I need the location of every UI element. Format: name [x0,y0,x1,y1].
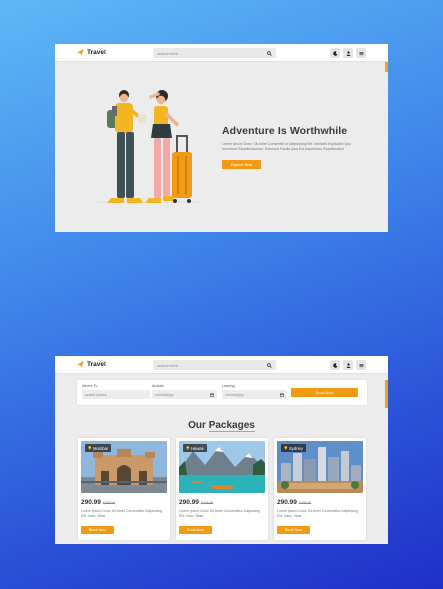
packages-screen: Travel Where To search places Arriva [55,356,388,544]
search-bar [153,48,276,58]
location-name: Sydney [289,445,303,451]
price-row: 290.99 $399.99 [179,499,265,506]
book-now-button[interactable]: Book Now [179,526,212,534]
search-bar [153,360,276,370]
location-badge: Hawaii [183,444,207,452]
location-name: Hawaii [191,445,204,451]
location-badge: Sydney [281,444,306,452]
map-pin-icon [88,446,92,450]
user-icon [346,50,350,56]
hero-section: Adventure Is Worthwhile Lorem ipsum Dolo… [55,62,388,232]
navbar: Travel [55,44,388,62]
packages-heading-part1: Our [188,420,206,431]
price: 290.99 [179,499,199,506]
book-now-button[interactable]: Book Now [291,388,358,397]
where-to-input[interactable]: search places [82,390,150,399]
navbar: Travel [55,356,388,374]
old-price: $399.99 [200,501,214,505]
leaving-date-placeholder: mm/dd/yyyy [225,392,244,397]
explore-now-button[interactable]: Explore Now [222,160,261,170]
hero-content: Adventure Is Worthwhile Lorem ipsum Dolo… [222,125,362,171]
price: 290.99 [277,499,297,506]
moon-icon [332,50,337,56]
user-icon [346,362,350,368]
location-name: Mumbai [93,445,108,451]
menu-button[interactable] [356,360,366,370]
price-row: 290.99 $399.99 [277,499,363,506]
plane-icon [77,49,84,56]
map-pin-icon [186,446,190,450]
menu-button[interactable] [356,48,366,58]
booking-form: Where To search places Arrivals mm/dd/yy… [77,380,367,405]
menu-icon [359,51,363,55]
package-description: Lorem Ipsum Dolor Sit Amet Consectetur A… [81,509,163,518]
search-icon[interactable] [267,362,272,368]
hero-screen: Travel search here... Adventure Is Worth… [55,44,388,232]
where-to-placeholder: search places [85,392,107,397]
nav-actions [330,360,366,370]
brand-logo[interactable]: Travel [77,361,106,368]
package-card-mumbai[interactable]: Mumbai 290.99 $399.99 Lorem Ipsum Dolor … [78,438,170,540]
plane-icon [77,361,84,368]
book-now-button[interactable]: Book Now [81,526,114,534]
package-image-hawaii: Hawaii [179,441,265,493]
calendar-icon[interactable] [210,393,214,397]
packages-heading: Our Packages [55,420,388,432]
where-to-field: Where To search places [82,384,150,399]
arrivals-date-placeholder: mm/dd/yyyy [155,392,174,397]
scrollbar[interactable] [385,380,388,408]
moon-icon [332,362,337,368]
brand-logo[interactable]: Travel [77,49,106,56]
location-badge: Mumbai [85,444,111,452]
brand-name: Travel [87,49,106,56]
leaving-date-input[interactable]: mm/dd/yyyy [222,390,287,399]
theme-toggle-button[interactable] [330,48,340,58]
hero-description: Lorem ipsum Dolor Sit Amet Consectet ur … [222,142,352,152]
old-price: $399.99 [298,501,312,505]
map-pin-icon [284,446,288,450]
search-icon[interactable] [267,50,272,56]
book-now-button[interactable]: Book Now [277,526,310,534]
leaving-field: Leaving mm/dd/yyyy [222,384,287,399]
package-card-hawaii[interactable]: Hawaii 290.99 $399.99 Lorem Ipsum Dolor … [176,438,268,540]
arrivals-field: Arrivals mm/dd/yyyy [152,384,217,399]
arrivals-date-input[interactable]: mm/dd/yyyy [152,390,217,399]
menu-icon [359,363,363,367]
profile-button[interactable] [343,48,353,58]
hero-title: Adventure Is Worthwhile [222,125,348,137]
package-card-sydney[interactable]: Sydney 290.99 $399.99 Lorem Ipsum Dolor … [274,438,366,540]
price: 290.99 [81,499,101,506]
profile-button[interactable] [343,360,353,370]
package-image-sydney: Sydney [277,441,363,493]
search-input[interactable] [157,362,268,368]
price-row: 290.99 $399.99 [81,499,167,506]
old-price: $399.99 [102,501,116,505]
packages-heading-part2: Packages [208,420,255,432]
package-cards: Mumbai 290.99 $399.99 Lorem Ipsum Dolor … [78,438,366,540]
arrivals-label: Arrivals [152,384,164,388]
brand-name: Travel [87,361,106,368]
travelers-illustration [95,90,201,203]
package-description: Lorem Ipsum Dolor Sit Amet Consectetur A… [179,509,261,518]
theme-toggle-button[interactable] [330,360,340,370]
package-image-mumbai: Mumbai [81,441,167,493]
package-description: Lorem Ipsum Dolor Sit Amet Consectetur A… [277,509,359,518]
search-input[interactable] [157,50,268,56]
calendar-icon[interactable] [280,393,284,397]
leaving-label: Leaving [222,384,235,388]
nav-actions [330,48,366,58]
where-to-label: Where To [82,384,98,388]
